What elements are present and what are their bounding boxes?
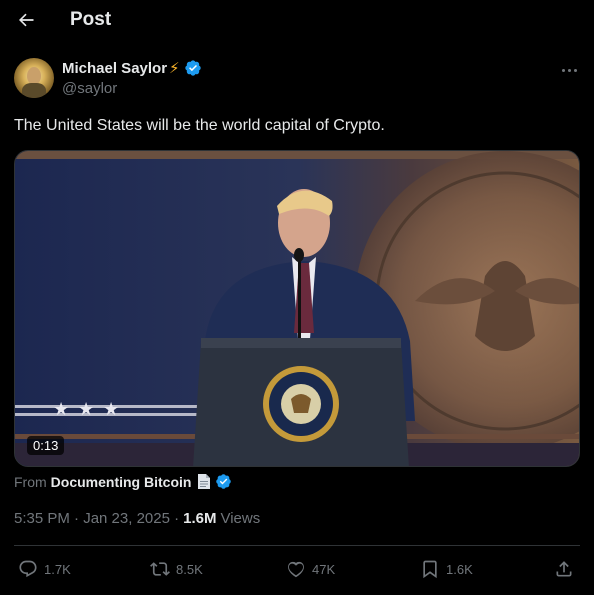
repost-count: 8.5K: [176, 561, 203, 577]
svg-text:★: ★: [78, 399, 94, 420]
source-account-link[interactable]: Documenting Bitcoin: [51, 474, 192, 490]
reply-icon: [19, 560, 37, 578]
share-icon: [556, 561, 572, 577]
author-handle[interactable]: @saylor: [62, 80, 117, 97]
divider: [14, 545, 580, 546]
top-bar: Post: [0, 0, 594, 44]
more-options-icon[interactable]: [558, 62, 580, 78]
from-label: From: [14, 473, 47, 490]
avatar[interactable]: [14, 58, 54, 98]
video-time-badge: 0:13: [27, 436, 65, 455]
author-display-name[interactable]: Michael Saylor: [62, 60, 167, 77]
bookmark-count: 1.6K: [446, 561, 473, 577]
svg-text:★: ★: [53, 399, 69, 420]
post-timestamp[interactable]: 5:35 PM · Jan 23, 2025 ·: [14, 510, 179, 527]
verified-badge-icon[interactable]: [184, 59, 202, 77]
reply-count: 1.7K: [44, 561, 71, 577]
views-count: 1.6M: [183, 510, 217, 527]
heart-icon: [288, 561, 304, 578]
post-author: Michael Saylor ⚡ @saylor: [14, 58, 580, 102]
action-bar: 1.7K 8.5K 47K 1.6K: [14, 556, 580, 582]
verified-badge-icon[interactable]: [215, 473, 232, 490]
source-attribution: From Documenting Bitcoin: [14, 473, 232, 490]
bookmark-icon: [423, 560, 437, 579]
back-arrow-icon[interactable]: [14, 8, 38, 32]
like-count: 47K: [312, 561, 336, 577]
video-frame: ★ ★ ★: [15, 151, 579, 466]
author-name-row: Michael Saylor ⚡: [62, 59, 202, 77]
repost-icon: [150, 562, 170, 576]
views-label: Views: [220, 510, 261, 527]
like-button[interactable]: 47K: [286, 556, 335, 582]
document-icon: [198, 474, 211, 489]
page-title: Post: [70, 9, 112, 30]
reply-button[interactable]: 1.7K: [18, 556, 71, 582]
svg-text:★: ★: [103, 399, 119, 420]
share-button[interactable]: [554, 556, 574, 582]
video-player[interactable]: ★ ★ ★ 0:13: [14, 150, 580, 467]
post-text: The United States will be the world capi…: [14, 117, 385, 134]
lightning-bolt-icon: ⚡: [169, 59, 180, 77]
post-metadata: 5:35 PM · Jan 23, 2025 · 1.6M Views: [14, 510, 260, 527]
bookmark-button[interactable]: 1.6K: [420, 556, 473, 582]
repost-button[interactable]: 8.5K: [150, 556, 203, 582]
